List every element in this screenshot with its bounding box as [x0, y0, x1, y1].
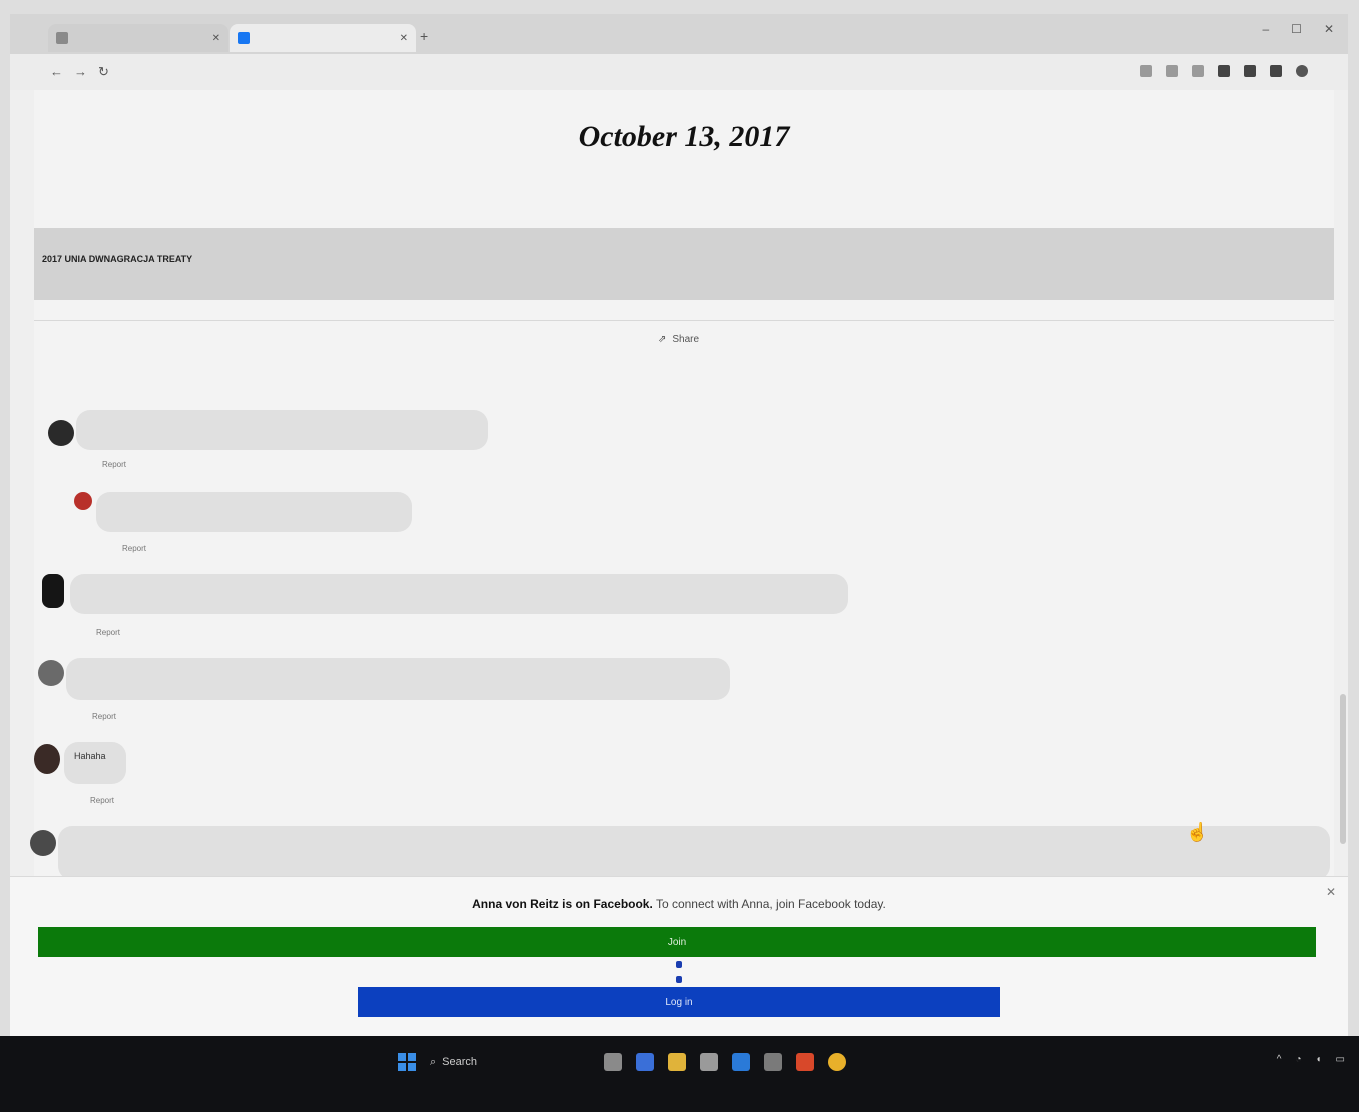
extension-icon[interactable] [1244, 65, 1256, 77]
avatar[interactable] [74, 492, 92, 510]
extensions-area [1140, 65, 1308, 77]
comment-bubble [66, 658, 730, 700]
link-title: 2017 UNIA DWNAGRACJA TREATY [42, 254, 193, 264]
comment-actions: Report [76, 796, 114, 805]
address-bar[interactable] [128, 62, 1128, 84]
app-icon[interactable] [732, 1053, 750, 1071]
comment-bubble: Hahaha [64, 742, 126, 784]
login-prompt-banner: ✕ Anna von Reitz is on Facebook. To conn… [10, 876, 1348, 1036]
avatar[interactable] [48, 420, 74, 446]
comment-bubble [58, 826, 1330, 880]
share-button[interactable]: ⇗ Share [658, 334, 699, 345]
hand-cursor-icon: ☝ [1186, 822, 1209, 842]
app-icon[interactable] [700, 1053, 718, 1071]
forward-arrow-icon[interactable]: → [74, 64, 87, 79]
chrome-icon[interactable] [828, 1053, 846, 1071]
tray-overflow-icon[interactable]: ^ [1277, 1054, 1282, 1065]
search-placeholder: Search [442, 1056, 478, 1068]
screen: ✕ ✕ + – ☐ ✕ ← → ↻ October 13, 2017 2017 … [10, 14, 1348, 1036]
report-link[interactable]: Report [92, 712, 116, 721]
taskbar-search[interactable]: ⌕ Search [430, 1050, 590, 1074]
comment-bubble [96, 492, 412, 532]
share-label: Share [672, 334, 700, 345]
extension-icon[interactable] [1140, 65, 1152, 77]
facebook-post-page: October 13, 2017 2017 UNIA DWNAGRACJA TR… [30, 90, 1334, 880]
divider [34, 320, 1334, 321]
extension-icon[interactable] [1270, 65, 1282, 77]
login-prompt-message: To connect with Anna, join Facebook toda… [655, 897, 886, 911]
maximize-button[interactable]: ☐ [1291, 22, 1302, 36]
minimize-button[interactable]: – [1262, 22, 1269, 36]
system-tray: ^ ◔ ◖ ▭ [1277, 1054, 1345, 1065]
taskbar: ⌕ Search ^ ◔ ◖ ▭ [0, 1036, 1359, 1112]
comment-bubble [70, 574, 848, 614]
battery-icon[interactable]: ▭ [1336, 1054, 1345, 1065]
login-prompt-text: Anna von Reitz is on Facebook. To connec… [10, 897, 1348, 911]
browser-tab[interactable]: ✕ [48, 24, 228, 52]
profile-name-text: Anna von Reitz is on Facebook. [472, 897, 653, 911]
browser-toolbar: ← → ↻ [10, 54, 1348, 90]
taskbar-apps: ⌕ Search [398, 1050, 846, 1074]
report-link[interactable]: Report [96, 628, 120, 637]
extension-icon[interactable] [1218, 65, 1230, 77]
browser-tab-active[interactable]: ✕ [230, 24, 416, 52]
file-explorer-icon[interactable] [604, 1053, 622, 1071]
scroll-handle-icon[interactable] [674, 961, 684, 983]
comment-bubble [76, 410, 488, 450]
facebook-favicon-icon [238, 32, 250, 44]
report-link[interactable]: Report [102, 460, 126, 469]
window-controls: – ☐ ✕ [1262, 22, 1334, 36]
comment-actions: Report [88, 460, 126, 469]
avatar[interactable] [30, 830, 56, 856]
folder-icon[interactable] [668, 1053, 686, 1071]
app-icon[interactable] [796, 1053, 814, 1071]
share-icon: ⇗ [658, 334, 667, 345]
extension-icon[interactable] [1166, 65, 1178, 77]
close-tab-icon[interactable]: ✕ [400, 33, 408, 44]
wifi-icon[interactable]: ◔ [1295, 1054, 1301, 1065]
store-icon[interactable] [636, 1053, 654, 1071]
comment-text: Hahaha [74, 751, 106, 761]
reload-icon[interactable]: ↻ [98, 64, 109, 80]
comment-actions: Report [78, 712, 116, 721]
new-tab-button[interactable]: + [420, 28, 428, 44]
back-arrow-icon[interactable]: ← [50, 64, 63, 79]
comment-actions: Report [82, 628, 120, 637]
search-icon: ⌕ [430, 1055, 437, 1068]
avatar[interactable] [42, 574, 64, 608]
report-link[interactable]: Report [122, 544, 146, 553]
volume-icon[interactable]: ◖ [1316, 1054, 1322, 1065]
browser-tab-bar: ✕ ✕ + – ☐ ✕ [10, 14, 1348, 54]
login-button[interactable]: Log in [358, 987, 1000, 1017]
app-icon[interactable] [764, 1053, 782, 1071]
post-date-heading: October 13, 2017 [578, 120, 790, 153]
close-tab-icon[interactable]: ✕ [212, 33, 220, 44]
profile-avatar-icon[interactable] [1296, 65, 1308, 77]
report-link[interactable]: Report [90, 796, 114, 805]
link-preview-card[interactable]: 2017 UNIA DWNAGRACJA TREATY [34, 228, 1334, 300]
close-window-button[interactable]: ✕ [1324, 22, 1334, 36]
avatar[interactable] [34, 744, 60, 774]
comment-actions: Report [108, 544, 146, 553]
avatar[interactable] [38, 660, 64, 686]
extension-icon[interactable] [1192, 65, 1204, 77]
join-button[interactable]: Join [38, 927, 1316, 957]
tab-favicon-icon [56, 32, 68, 44]
windows-start-icon[interactable] [398, 1053, 416, 1071]
page-scrollbar[interactable] [1340, 694, 1346, 844]
